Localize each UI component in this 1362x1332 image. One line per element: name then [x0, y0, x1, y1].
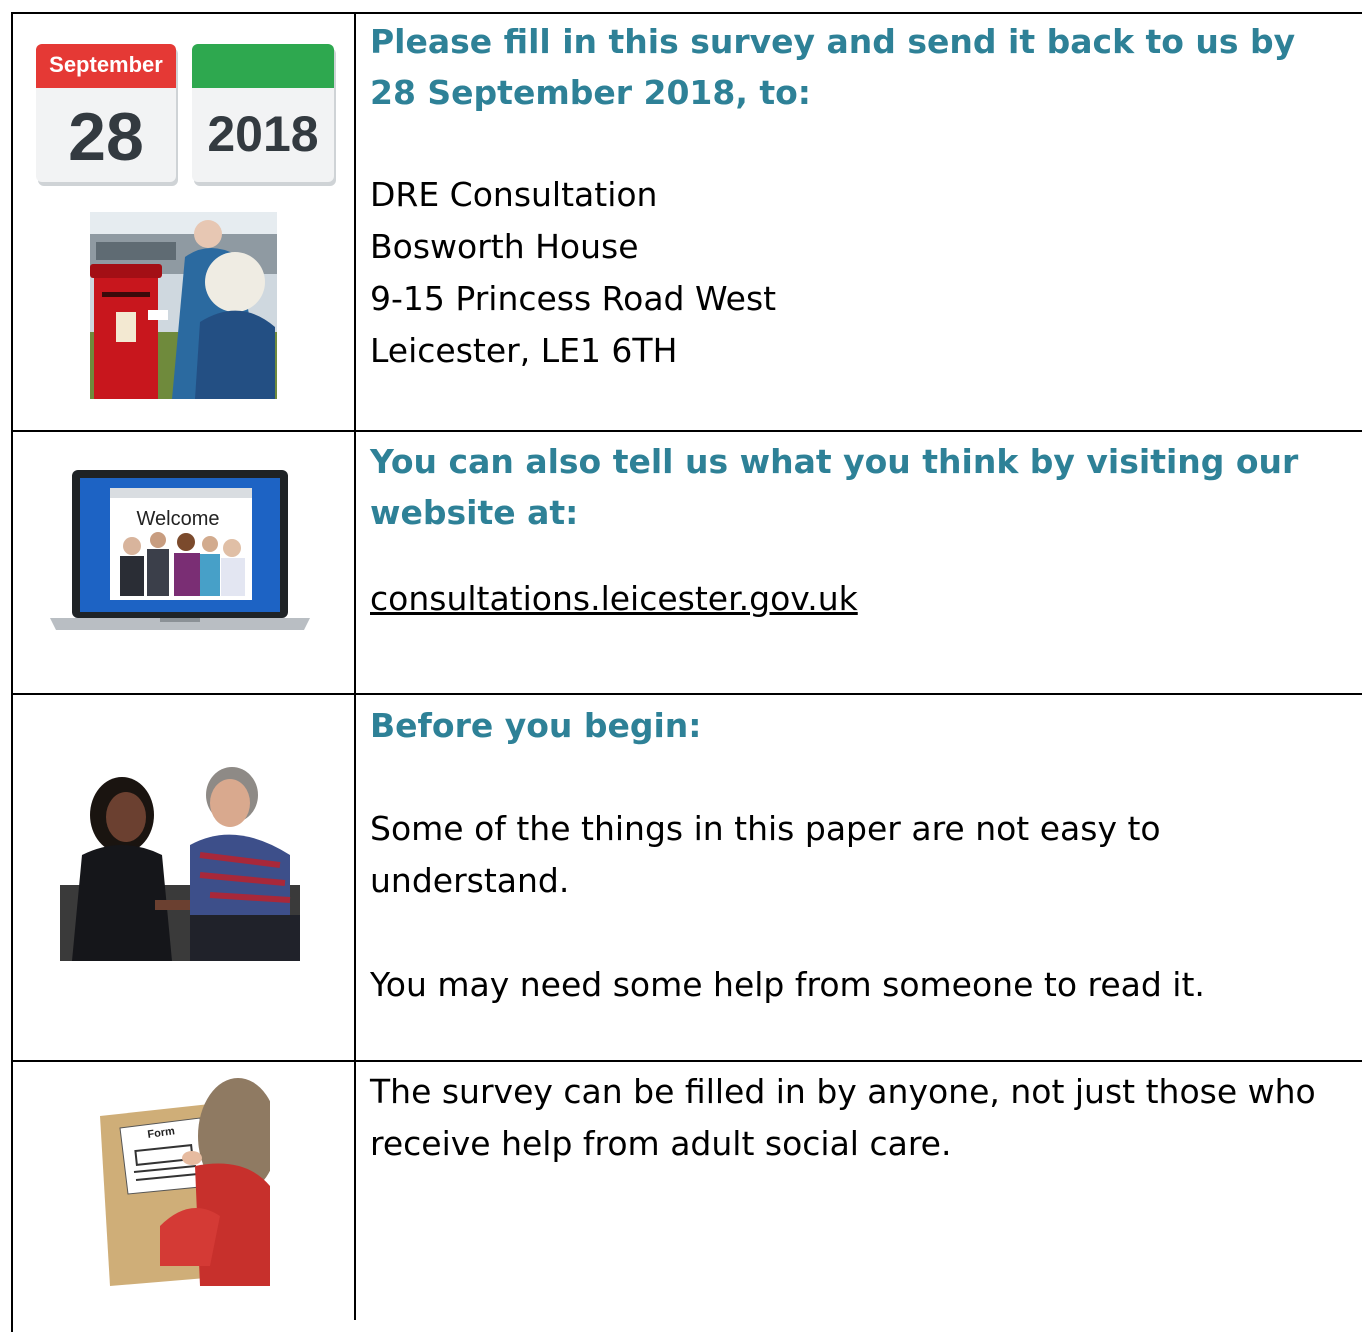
- before-you-begin-section: Before you begin: Some of the things in …: [370, 700, 1358, 1011]
- calendar-date-icon: September 28 2018: [36, 44, 336, 193]
- heading-line: website at:: [370, 493, 579, 532]
- paragraph: The survey can be filled in by anyone, n…: [370, 1066, 1358, 1170]
- address-line: Bosworth House: [370, 227, 639, 266]
- two-people-talking-photo: [60, 765, 300, 965]
- heading-line: You can also tell us what you think by v…: [370, 442, 1299, 481]
- text-line: understand.: [370, 861, 570, 900]
- survey-return-section: Please fill in this survey and send it b…: [370, 16, 1358, 377]
- row-divider: [11, 430, 1362, 432]
- website-section: You can also tell us what you think by v…: [370, 436, 1358, 625]
- text-line: The survey can be filled in by anyone, n…: [370, 1072, 1316, 1111]
- calendar-day: 28: [68, 99, 144, 175]
- text-line: Some of the things in this paper are not…: [370, 809, 1161, 848]
- address-line: Leicester, LE1 6TH: [370, 331, 678, 370]
- anyone-can-fill-section: The survey can be filled in by anyone, n…: [370, 1066, 1358, 1170]
- heading-line: 28 September 2018, to:: [370, 73, 812, 112]
- website-link[interactable]: consultations.leicester.gov.uk: [370, 579, 858, 618]
- website-heading: You can also tell us what you think by v…: [370, 436, 1358, 538]
- column-divider: [354, 12, 356, 1320]
- address-line: 9-15 Princess Road West: [370, 279, 777, 318]
- address-line: DRE Consultation: [370, 175, 658, 214]
- calendar-month: September: [49, 52, 163, 77]
- calendar-year: 2018: [207, 106, 318, 162]
- postal-address: DRE Consultation Bosworth House 9-15 Pri…: [370, 169, 1358, 377]
- paragraph: You may need some help from someone to r…: [370, 965, 1205, 1004]
- heading-line: Please fill in this survey and send it b…: [370, 22, 1296, 61]
- text-line: receive help from adult social care.: [370, 1124, 952, 1163]
- post-box-photo: [90, 212, 277, 403]
- row-divider: [11, 1060, 1362, 1062]
- row-divider: [11, 693, 1362, 695]
- screen-welcome-text: Welcome: [137, 508, 220, 530]
- before-heading: Before you begin:: [370, 706, 702, 745]
- paragraph: Some of the things in this paper are not…: [370, 803, 1358, 907]
- laptop-icon: Welcome: [50, 468, 310, 638]
- return-heading: Please fill in this survey and send it b…: [370, 16, 1358, 118]
- filling-form-photo: Form: [100, 1076, 278, 1290]
